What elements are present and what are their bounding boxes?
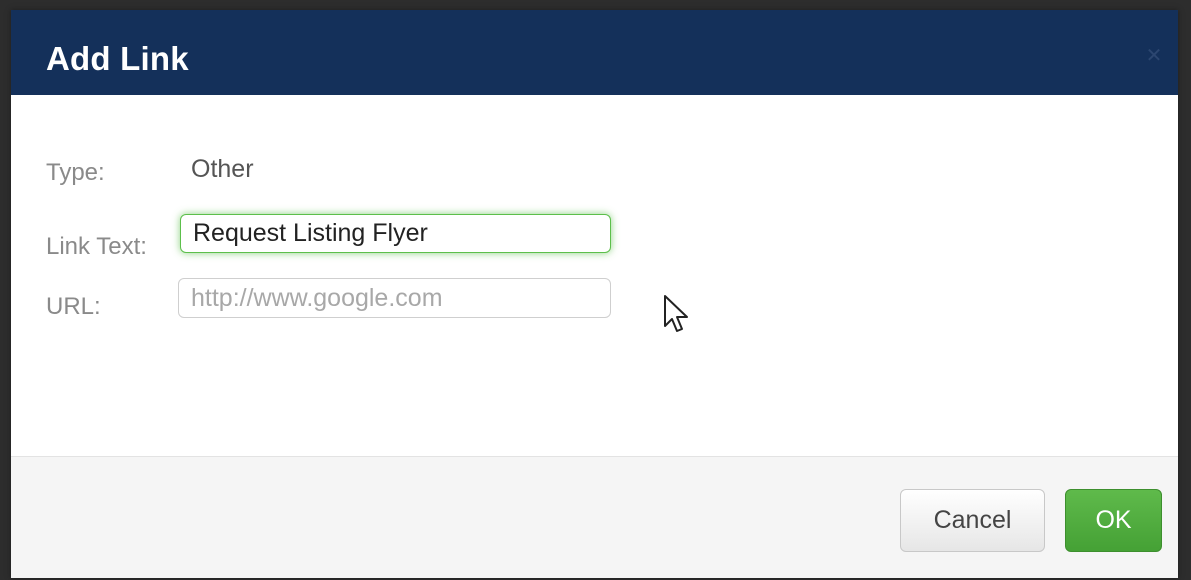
cancel-button[interactable]: Cancel <box>900 489 1045 552</box>
dialog-header: Add Link ✕ <box>11 10 1178 95</box>
dialog-body: Type: Other Link Text: URL: <box>11 95 1178 456</box>
url-label: URL: <box>46 293 101 320</box>
url-input[interactable] <box>178 278 611 318</box>
dialog-footer: Cancel OK <box>11 456 1178 578</box>
type-value: Other <box>191 155 254 183</box>
ok-button[interactable]: OK <box>1065 489 1162 552</box>
close-icon[interactable]: ✕ <box>1144 46 1164 66</box>
mouse-pointer-icon <box>664 295 688 332</box>
link-text-input[interactable] <box>180 214 611 253</box>
type-label: Type: <box>46 159 105 186</box>
link-text-label: Link Text: <box>46 233 147 260</box>
add-link-dialog: Add Link ✕ Type: Other Link Text: URL: C… <box>11 10 1178 578</box>
dialog-title: Add Link <box>46 40 189 77</box>
